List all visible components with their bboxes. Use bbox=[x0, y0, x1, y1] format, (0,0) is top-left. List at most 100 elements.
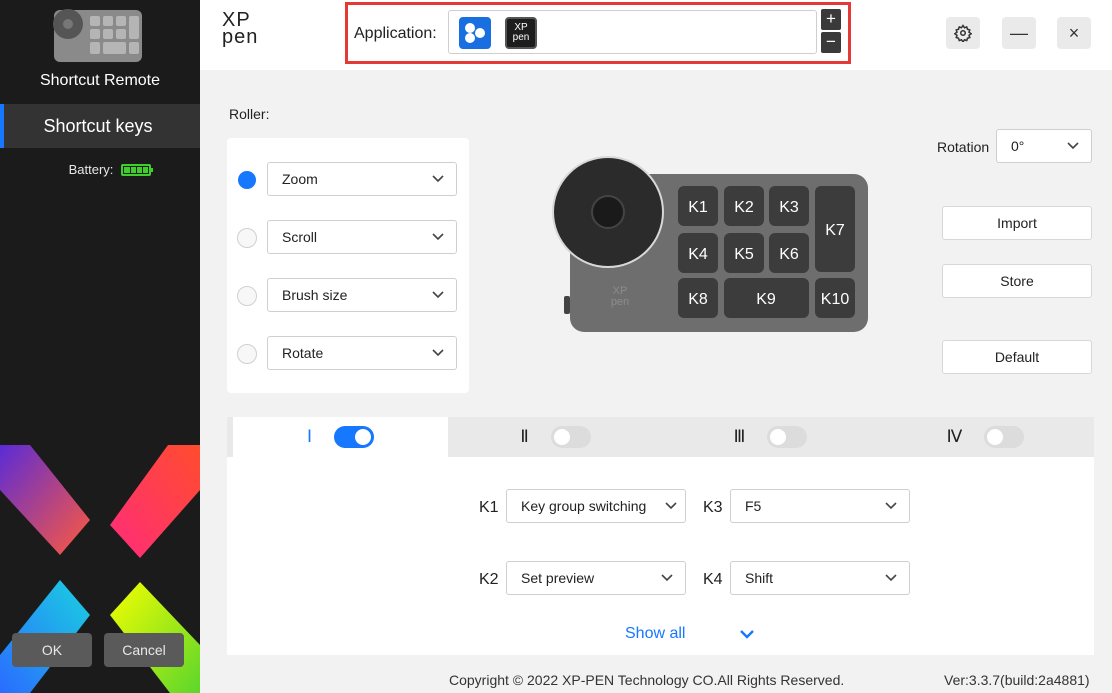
app-add-remove: + − bbox=[821, 9, 841, 55]
roller-label: Roller: bbox=[229, 106, 270, 122]
roller-panel: Zoom Scroll Brush size Rotate bbox=[227, 138, 469, 393]
logo-text-bottom: pen bbox=[222, 26, 259, 48]
dial-center-button[interactable] bbox=[591, 195, 625, 229]
roller-select-brush-size-value: Brush size bbox=[282, 287, 348, 303]
tab-group-1-label: Ⅰ bbox=[306, 427, 312, 446]
ok-button[interactable]: OK bbox=[12, 633, 92, 667]
key-group-tabs: Ⅰ Ⅱ Ⅲ Ⅳ bbox=[227, 417, 1094, 457]
default-button[interactable]: Default bbox=[942, 340, 1092, 374]
key-label: K7 bbox=[825, 222, 845, 239]
radio-rotate[interactable] bbox=[237, 344, 257, 364]
application-list[interactable]: XP pen bbox=[448, 10, 817, 54]
radio-brush-size[interactable] bbox=[237, 286, 257, 306]
roller-select-zoom[interactable]: Zoom bbox=[267, 162, 457, 196]
tab-group-3[interactable]: Ⅲ bbox=[663, 417, 878, 457]
key-mapping-select-k2[interactable]: Set preview bbox=[506, 561, 686, 595]
group-2-toggle[interactable] bbox=[550, 426, 591, 448]
key-label: K2 bbox=[734, 199, 754, 216]
tab-group-2[interactable]: Ⅱ bbox=[448, 417, 663, 457]
group-3-toggle[interactable] bbox=[767, 426, 808, 448]
chevron-down-icon bbox=[432, 291, 444, 299]
key-mapping-select-k1-value: Key group switching bbox=[521, 498, 647, 514]
xppen-app-icon-text-bottom: pen bbox=[512, 32, 530, 43]
group-4-toggle[interactable] bbox=[984, 426, 1025, 448]
battery-label: Battery: bbox=[68, 162, 114, 177]
version-text: Ver:3.3.7(build:2a4881) bbox=[944, 672, 1090, 688]
roller-option-brush-size: Brush size bbox=[227, 278, 469, 312]
chevron-down-icon bbox=[432, 349, 444, 357]
add-application-button[interactable]: + bbox=[821, 9, 841, 30]
radio-scroll[interactable] bbox=[237, 228, 257, 248]
remove-application-button[interactable]: − bbox=[821, 32, 841, 53]
roller-option-zoom: Zoom bbox=[227, 162, 469, 196]
key-mapping-select-k4-value: Shift bbox=[745, 570, 774, 586]
roller-option-scroll: Scroll bbox=[227, 220, 469, 254]
key-label: K3 bbox=[779, 199, 799, 216]
key-mapping-select-k2-value: Set preview bbox=[521, 570, 595, 586]
close-button[interactable]: × bbox=[1057, 17, 1091, 49]
battery-status: Battery: bbox=[0, 162, 200, 177]
minimize-button[interactable]: — bbox=[1002, 17, 1036, 49]
copyright-text: Copyright © 2022 XP-PEN Technology CO.Al… bbox=[449, 672, 845, 688]
key-label: K5 bbox=[734, 246, 754, 263]
roller-select-zoom-value: Zoom bbox=[282, 171, 318, 187]
device-thumbnail-icon bbox=[53, 9, 142, 62]
roller-select-scroll-value: Scroll bbox=[282, 229, 318, 245]
chevron-down-icon[interactable] bbox=[739, 627, 755, 641]
key-mapping-select-k3-value: F5 bbox=[745, 498, 762, 514]
show-all-link[interactable]: Show all bbox=[625, 625, 685, 643]
store-button[interactable]: Store bbox=[942, 264, 1092, 298]
tab-group-1[interactable]: Ⅰ bbox=[233, 417, 448, 457]
settings-gear-icon[interactable] bbox=[946, 17, 980, 49]
roller-option-rotate: Rotate bbox=[227, 336, 469, 370]
photos-app-icon[interactable] bbox=[459, 17, 491, 49]
import-button[interactable]: Import bbox=[942, 206, 1092, 240]
chevron-down-icon bbox=[665, 502, 677, 510]
key-label: K6 bbox=[779, 246, 799, 263]
xppen-app-icon[interactable]: XP pen bbox=[505, 17, 537, 49]
tab-group-2-label: Ⅱ bbox=[520, 427, 529, 446]
tab-group-4-label: Ⅳ bbox=[946, 427, 963, 446]
sidebar: Shortcut Remote Shortcut keys Battery: O… bbox=[0, 0, 200, 693]
chevron-down-icon bbox=[432, 175, 444, 183]
chevron-down-icon bbox=[661, 574, 673, 582]
roller-select-brush-size[interactable]: Brush size bbox=[267, 278, 457, 312]
sidebar-item-shortcut-keys[interactable]: Shortcut keys bbox=[0, 104, 200, 148]
roller-select-scroll[interactable]: Scroll bbox=[267, 220, 457, 254]
application-label: Application: bbox=[354, 25, 437, 42]
key-mapping-label-k3: K3 bbox=[703, 499, 723, 516]
rotation-select[interactable]: 0° bbox=[996, 129, 1092, 163]
chevron-down-icon bbox=[432, 233, 444, 241]
key-mapping-label-k2: K2 bbox=[479, 571, 499, 588]
key-mapping-label-k4: K4 bbox=[703, 571, 723, 588]
key-label: K1 bbox=[688, 199, 708, 216]
group-1-toggle[interactable] bbox=[334, 426, 374, 448]
roller-select-rotate[interactable]: Rotate bbox=[267, 336, 457, 370]
key-mapping-select-k4[interactable]: Shift bbox=[730, 561, 910, 595]
key-label: K10 bbox=[821, 291, 850, 308]
tab-group-3-label: Ⅲ bbox=[733, 427, 746, 446]
header-bar: XP pen Application: XP pen + − — × bbox=[200, 0, 1112, 70]
key-mapping-select-k1[interactable]: Key group switching bbox=[506, 489, 686, 523]
key-label: K9 bbox=[756, 291, 776, 308]
device-brand-bottom: pen bbox=[611, 296, 629, 308]
chevron-down-icon bbox=[885, 574, 897, 582]
rotation-select-value: 0° bbox=[1011, 138, 1025, 154]
battery-icon bbox=[121, 163, 154, 176]
key-mapping-select-k3[interactable]: F5 bbox=[730, 489, 910, 523]
shortcut-remote-device: K1 K2 K3 K4 K5 K6 K7 K8 K9 K10 XP pen bbox=[552, 156, 868, 332]
application-selector-highlight: Application: XP pen + − bbox=[345, 2, 851, 64]
key-group-panel: Ⅰ Ⅱ Ⅲ Ⅳ K1 Key group switching K3 F5 K2 … bbox=[227, 417, 1094, 655]
roller-select-rotate-value: Rotate bbox=[282, 345, 324, 361]
key-label: K4 bbox=[688, 246, 708, 263]
xppen-logo: XP pen bbox=[222, 10, 259, 48]
tab-group-4[interactable]: Ⅳ bbox=[878, 417, 1093, 457]
rotation-label: Rotation bbox=[937, 139, 990, 155]
chevron-down-icon bbox=[1067, 142, 1079, 150]
key-label: K8 bbox=[688, 291, 708, 308]
cancel-button[interactable]: Cancel bbox=[104, 633, 184, 667]
chevron-down-icon bbox=[885, 502, 897, 510]
device-name: Shortcut Remote bbox=[39, 72, 161, 89]
key-mapping-label-k1: K1 bbox=[479, 499, 499, 516]
radio-zoom[interactable] bbox=[238, 171, 256, 189]
